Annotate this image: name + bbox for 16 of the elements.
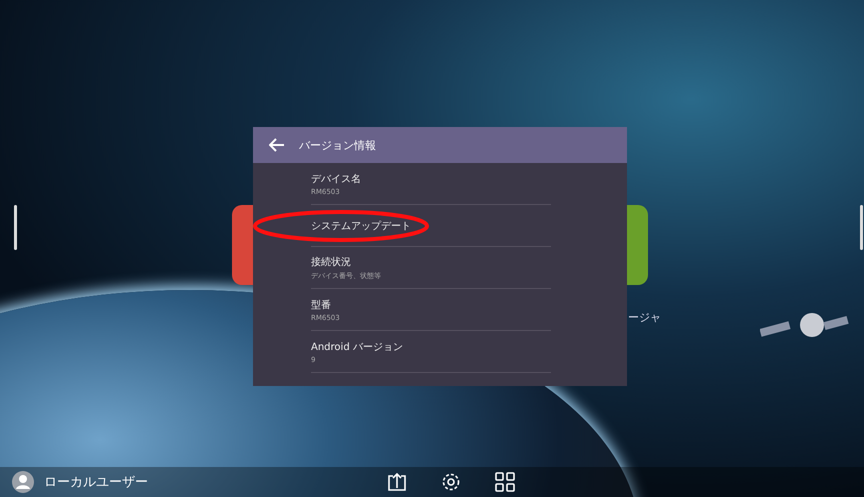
grid-icon[interactable] [495, 472, 515, 492]
item-title: 接続状況 [311, 256, 352, 268]
dialog-title: バージョン情報 [299, 138, 376, 152]
user-name[interactable]: ローカルユーザー [44, 473, 148, 491]
back-arrow-icon[interactable] [269, 138, 285, 152]
item-title: デバイス名 [311, 172, 362, 186]
item-title: Android バージョン [311, 340, 404, 354]
app-label: ージャ [628, 310, 661, 325]
user-avatar-icon[interactable] [12, 471, 34, 493]
settings-item[interactable]: システムアップデート [311, 205, 551, 247]
share-screen-icon[interactable] [387, 472, 407, 492]
item-title: 型番 [311, 298, 332, 312]
side-handle[interactable] [860, 205, 863, 250]
item-title: システムアップデート [311, 220, 412, 232]
side-handle[interactable] [14, 205, 17, 250]
settings-icon[interactable] [441, 472, 461, 492]
